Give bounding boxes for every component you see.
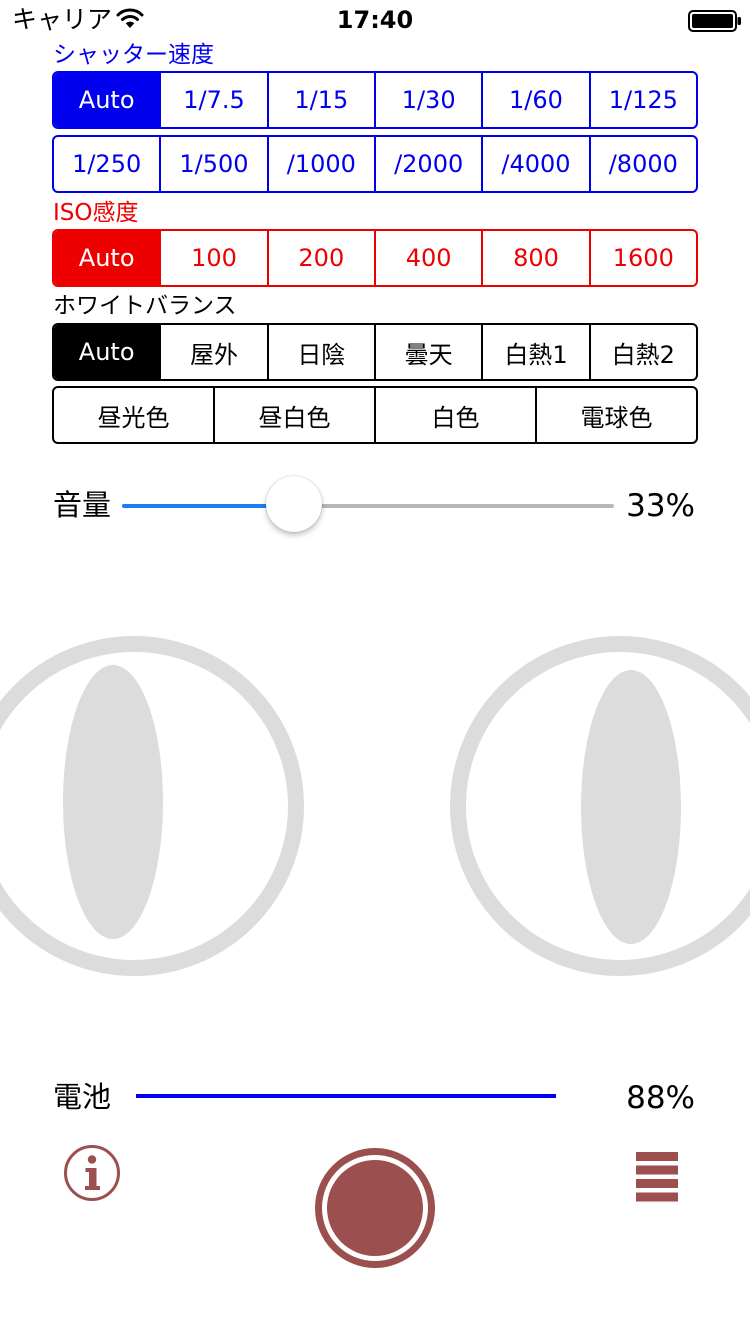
shutter-speed-option[interactable]: /4000 xyxy=(481,137,588,191)
iso-option[interactable]: 800 xyxy=(481,231,588,285)
volume-value: 33% xyxy=(626,488,695,524)
white-balance-option[interactable]: 屋外 xyxy=(159,325,266,379)
iso-selector: Auto 100 200 400 800 1600 xyxy=(52,229,698,287)
shutter-speed-option[interactable]: 1/30 xyxy=(373,73,481,127)
shutter-speed-option[interactable]: 1/125 xyxy=(588,73,696,127)
info-button[interactable] xyxy=(63,1144,121,1202)
volume-slider[interactable] xyxy=(122,504,614,508)
white-balance-option[interactable]: Auto xyxy=(54,325,160,379)
white-balance-option[interactable]: 白色 xyxy=(374,388,535,442)
shutter-speed-label: シャッター速度 xyxy=(53,42,214,68)
shutter-speed-option[interactable]: 1/15 xyxy=(266,73,374,127)
status-time: 17:40 xyxy=(336,6,414,34)
iso-option[interactable]: Auto xyxy=(54,231,160,285)
shutter-speed-row-1: Auto 1/7.5 1/15 1/30 1/60 1/125 xyxy=(52,71,698,129)
iso-option[interactable]: 100 xyxy=(159,231,266,285)
right-pupil xyxy=(581,670,681,944)
shutter-speed-option[interactable]: 1/60 xyxy=(481,73,588,127)
battery-gauge xyxy=(136,1094,556,1098)
iso-label: ISO感度 xyxy=(53,200,139,226)
shutter-speed-option[interactable]: 1/250 xyxy=(54,137,159,191)
white-balance-option[interactable]: 昼白色 xyxy=(213,388,374,442)
menu-icon xyxy=(636,1152,678,1202)
left-pupil xyxy=(63,665,163,939)
iso-option[interactable]: 200 xyxy=(266,231,374,285)
white-balance-row-2: 昼光色 昼白色 白色 電球色 xyxy=(52,386,698,444)
camera-remote-screen: キャリア 17:40 シャッター速度 Auto 1/7.5 1/15 1/30 … xyxy=(0,0,750,1334)
white-balance-label: ホワイトバランス xyxy=(53,293,237,319)
shutter-speed-option[interactable]: 1/500 xyxy=(159,137,266,191)
white-balance-option[interactable]: 日陰 xyxy=(266,325,374,379)
battery-value: 88% xyxy=(626,1080,695,1116)
iso-option[interactable]: 400 xyxy=(373,231,481,285)
white-balance-option[interactable]: 曇天 xyxy=(373,325,481,379)
volume-slider-thumb[interactable] xyxy=(265,476,322,532)
shutter-button[interactable] xyxy=(312,1145,438,1271)
shutter-speed-option[interactable]: 1/7.5 xyxy=(159,73,266,127)
white-balance-option[interactable]: 電球色 xyxy=(535,388,696,442)
battery-label: 電池 xyxy=(53,1080,112,1114)
shutter-speed-option[interactable]: /1000 xyxy=(266,137,374,191)
white-balance-option[interactable]: 白熱1 xyxy=(481,325,588,379)
shutter-speed-option[interactable]: /8000 xyxy=(588,137,696,191)
menu-button[interactable] xyxy=(636,1152,678,1202)
shutter-icon xyxy=(315,1148,435,1268)
white-balance-option[interactable]: 白熱2 xyxy=(588,325,696,379)
info-icon xyxy=(64,1145,120,1201)
iso-option[interactable]: 1600 xyxy=(588,231,696,285)
shutter-speed-option[interactable]: /2000 xyxy=(373,137,481,191)
status-bar: キャリア 17:40 xyxy=(0,0,750,40)
white-balance-row-1: Auto 屋外 日陰 曇天 白熱1 白熱2 xyxy=(52,323,698,381)
shutter-speed-option[interactable]: Auto xyxy=(54,73,160,127)
shutter-speed-row-2: 1/250 1/500 /1000 /2000 /4000 /8000 xyxy=(52,135,698,193)
white-balance-option[interactable]: 昼光色 xyxy=(54,388,213,442)
battery-icon xyxy=(688,10,742,32)
volume-label: 音量 xyxy=(53,488,112,522)
